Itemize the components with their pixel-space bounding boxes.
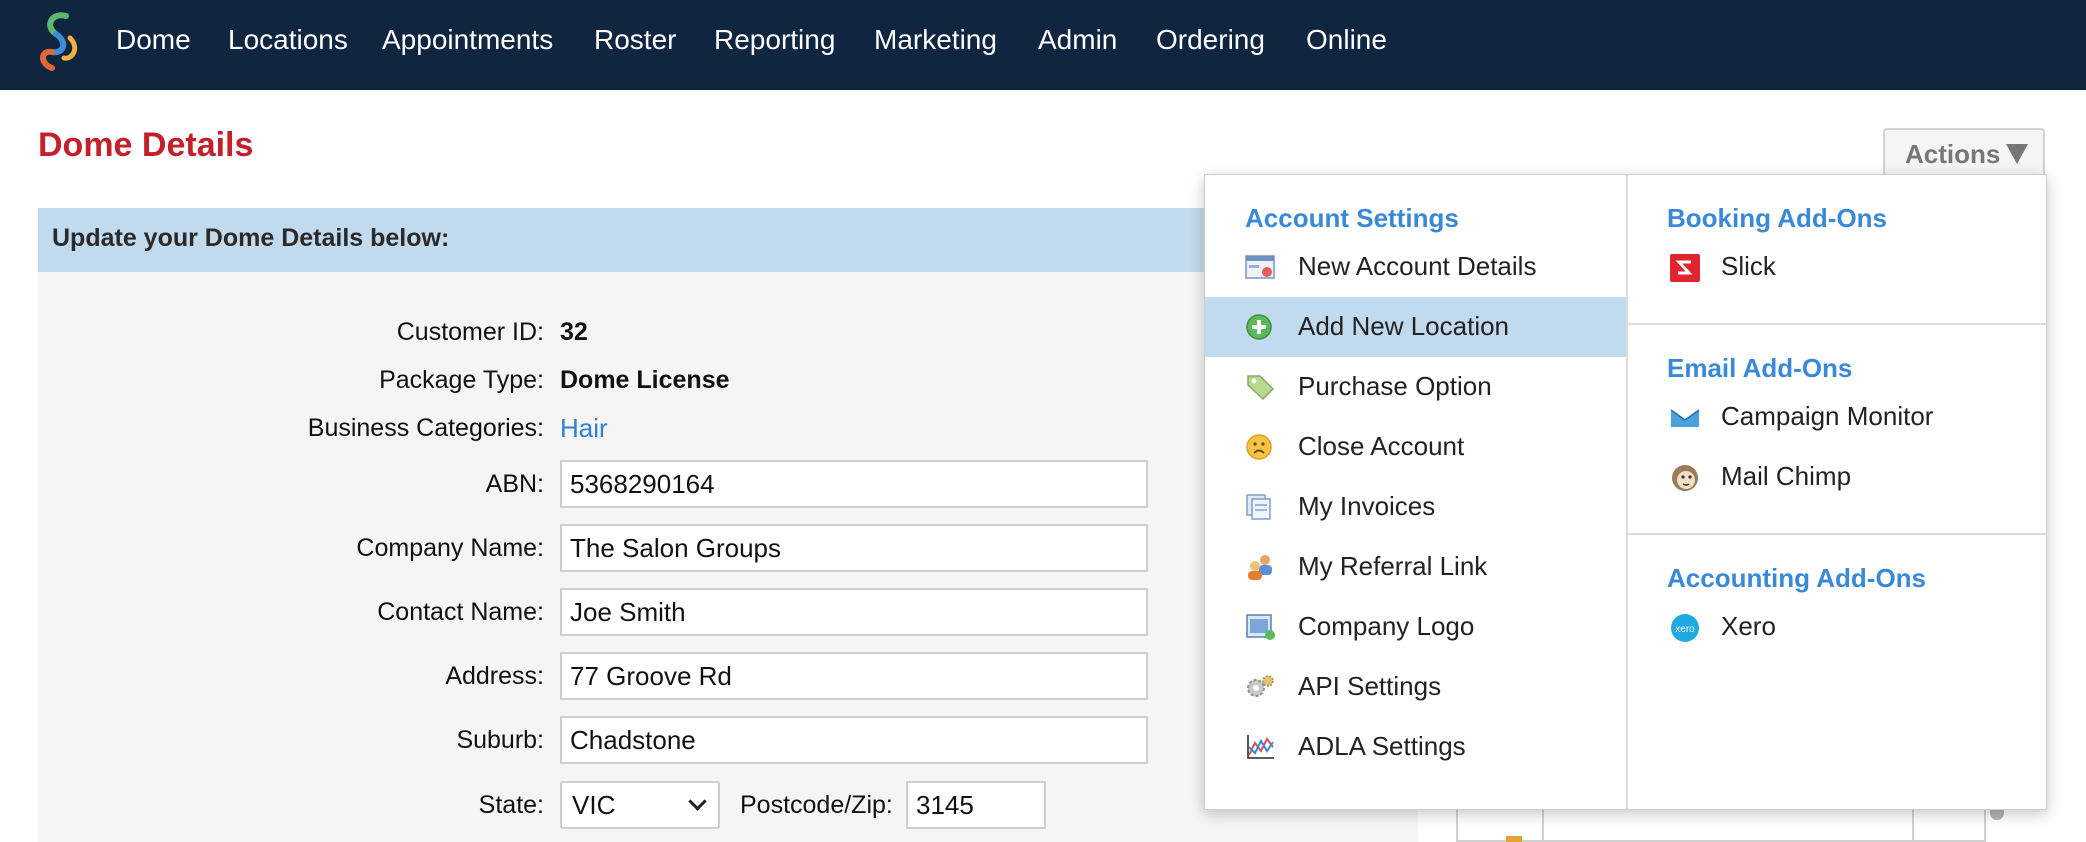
mailchimp-icon: [1672, 465, 1698, 491]
menu-item-purchase-option[interactable]: Purchase Option: [1205, 357, 1626, 417]
suburb-label: Suburb:: [456, 726, 544, 754]
menu-item-mail-chimp[interactable]: Mail Chimp: [1628, 447, 2048, 507]
menu-item-add-new-location[interactable]: Add New Location: [1205, 297, 1626, 357]
email-addons-heading: Email Add-Ons: [1667, 353, 1853, 383]
menu-item-label: Slick: [1721, 251, 1776, 281]
menu-item-adla-settings[interactable]: ADLA Settings: [1205, 717, 1626, 777]
package-type-value: Dome License: [560, 366, 730, 394]
xero-icon: xero: [1671, 614, 1699, 642]
business-categories-link[interactable]: Hair: [560, 413, 608, 444]
app-logo-icon[interactable]: [30, 8, 86, 74]
state-select[interactable]: VIC: [560, 781, 720, 829]
caret-down-icon: [2006, 144, 2029, 164]
abn-input[interactable]: [560, 460, 1148, 508]
address-label: Address:: [445, 662, 544, 690]
menu-section-divider: [1628, 323, 2048, 325]
company-name-label: Company Name:: [356, 534, 544, 562]
state-label: State:: [478, 791, 544, 819]
actions-button[interactable]: Actions: [1883, 128, 2045, 176]
campaign-monitor-icon: [1670, 409, 1700, 427]
panel-header: Update your Dome Details below:: [38, 208, 1218, 272]
menu-item-label: New Account Details: [1298, 251, 1537, 281]
menu-item-label: API Settings: [1298, 671, 1442, 701]
contact-name-label: Contact Name:: [377, 598, 544, 626]
contact-name-input[interactable]: [560, 588, 1148, 636]
nav-ordering[interactable]: Ordering: [1156, 20, 1265, 60]
nav-roster[interactable]: Roster: [594, 20, 676, 60]
menu-item-label: Purchase Option: [1298, 371, 1492, 401]
accounting-addons-heading: Accounting Add-Ons: [1667, 563, 1927, 593]
menu-item-label: Company Logo: [1298, 611, 1475, 641]
postcode-label: Postcode/Zip:: [740, 791, 893, 819]
menu-item-new-account-details[interactable]: New Account Details: [1205, 237, 1626, 297]
menu-item-label: Mail Chimp: [1721, 461, 1852, 491]
top-nav-bar: Dome Locations Appointments Roster Repor…: [0, 0, 2086, 90]
menu-item-label: My Referral Link: [1298, 551, 1488, 581]
state-select-value: VIC: [572, 790, 616, 820]
customer-id-value: 32: [560, 318, 588, 346]
chevron-down-icon: [688, 792, 707, 811]
account-details-icon: [1245, 255, 1275, 279]
invoices-icon: [1246, 494, 1271, 520]
nav-dome[interactable]: Dome: [116, 20, 191, 60]
menu-item-api-settings[interactable]: API Settings: [1205, 657, 1626, 717]
svg-text:xero: xero: [1675, 624, 1695, 635]
menu-item-my-referral-link[interactable]: My Referral Link: [1205, 537, 1626, 597]
booking-addons-heading: Booking Add-Ons: [1667, 203, 1888, 233]
account-settings-heading: Account Settings: [1245, 203, 1459, 233]
gears-icon: [1247, 675, 1274, 697]
menu-item-label: ADLA Settings: [1298, 731, 1466, 761]
nav-reporting[interactable]: Reporting: [714, 20, 835, 60]
menu-item-campaign-monitor[interactable]: Campaign Monitor: [1628, 387, 2048, 447]
menu-item-close-account[interactable]: Close Account: [1205, 417, 1626, 477]
image-icon: [1246, 614, 1275, 640]
suburb-input[interactable]: [560, 716, 1148, 764]
nav-admin[interactable]: Admin: [1038, 20, 1117, 60]
menu-item-company-logo[interactable]: Company Logo: [1205, 597, 1626, 657]
address-input[interactable]: [560, 652, 1148, 700]
panel-header-text: Update your Dome Details below:: [52, 224, 450, 252]
menu-item-label: Close Account: [1298, 431, 1465, 461]
package-type-label: Package Type:: [379, 366, 544, 394]
menu-item-slick[interactable]: Slick: [1628, 237, 2048, 297]
actions-button-label: Actions: [1905, 139, 2001, 169]
nav-online[interactable]: Online: [1306, 20, 1387, 60]
nav-appointments[interactable]: Appointments: [382, 20, 553, 60]
postcode-input[interactable]: 3145: [906, 781, 1046, 829]
referral-people-icon: [1248, 555, 1272, 580]
business-categories-label: Business Categories:: [307, 414, 544, 442]
menu-item-my-invoices[interactable]: My Invoices: [1205, 477, 1626, 537]
page-title: Dome Details: [38, 126, 254, 164]
slick-logo-icon: [1670, 254, 1700, 282]
status-marker-icon: [1506, 836, 1522, 842]
menu-item-xero[interactable]: xero Xero: [1628, 597, 2048, 657]
actions-dropdown: Account Settings New Account Details Add…: [1204, 174, 2048, 810]
abn-label: ABN:: [485, 470, 544, 498]
nav-locations[interactable]: Locations: [228, 20, 348, 60]
sad-face-icon: [1246, 434, 1272, 460]
chart-icon: [1247, 735, 1274, 759]
customer-id-label: Customer ID:: [396, 318, 544, 346]
tag-icon: [1247, 375, 1275, 401]
nav-marketing[interactable]: Marketing: [874, 20, 997, 60]
menu-item-label: My Invoices: [1298, 491, 1436, 521]
menu-section-divider: [1628, 533, 2048, 535]
menu-item-label: Campaign Monitor: [1721, 401, 1934, 431]
add-circle-icon: [1246, 314, 1272, 340]
menu-item-label: Xero: [1721, 611, 1776, 641]
menu-item-label: Add New Location: [1298, 311, 1510, 341]
company-name-input[interactable]: [560, 524, 1148, 572]
